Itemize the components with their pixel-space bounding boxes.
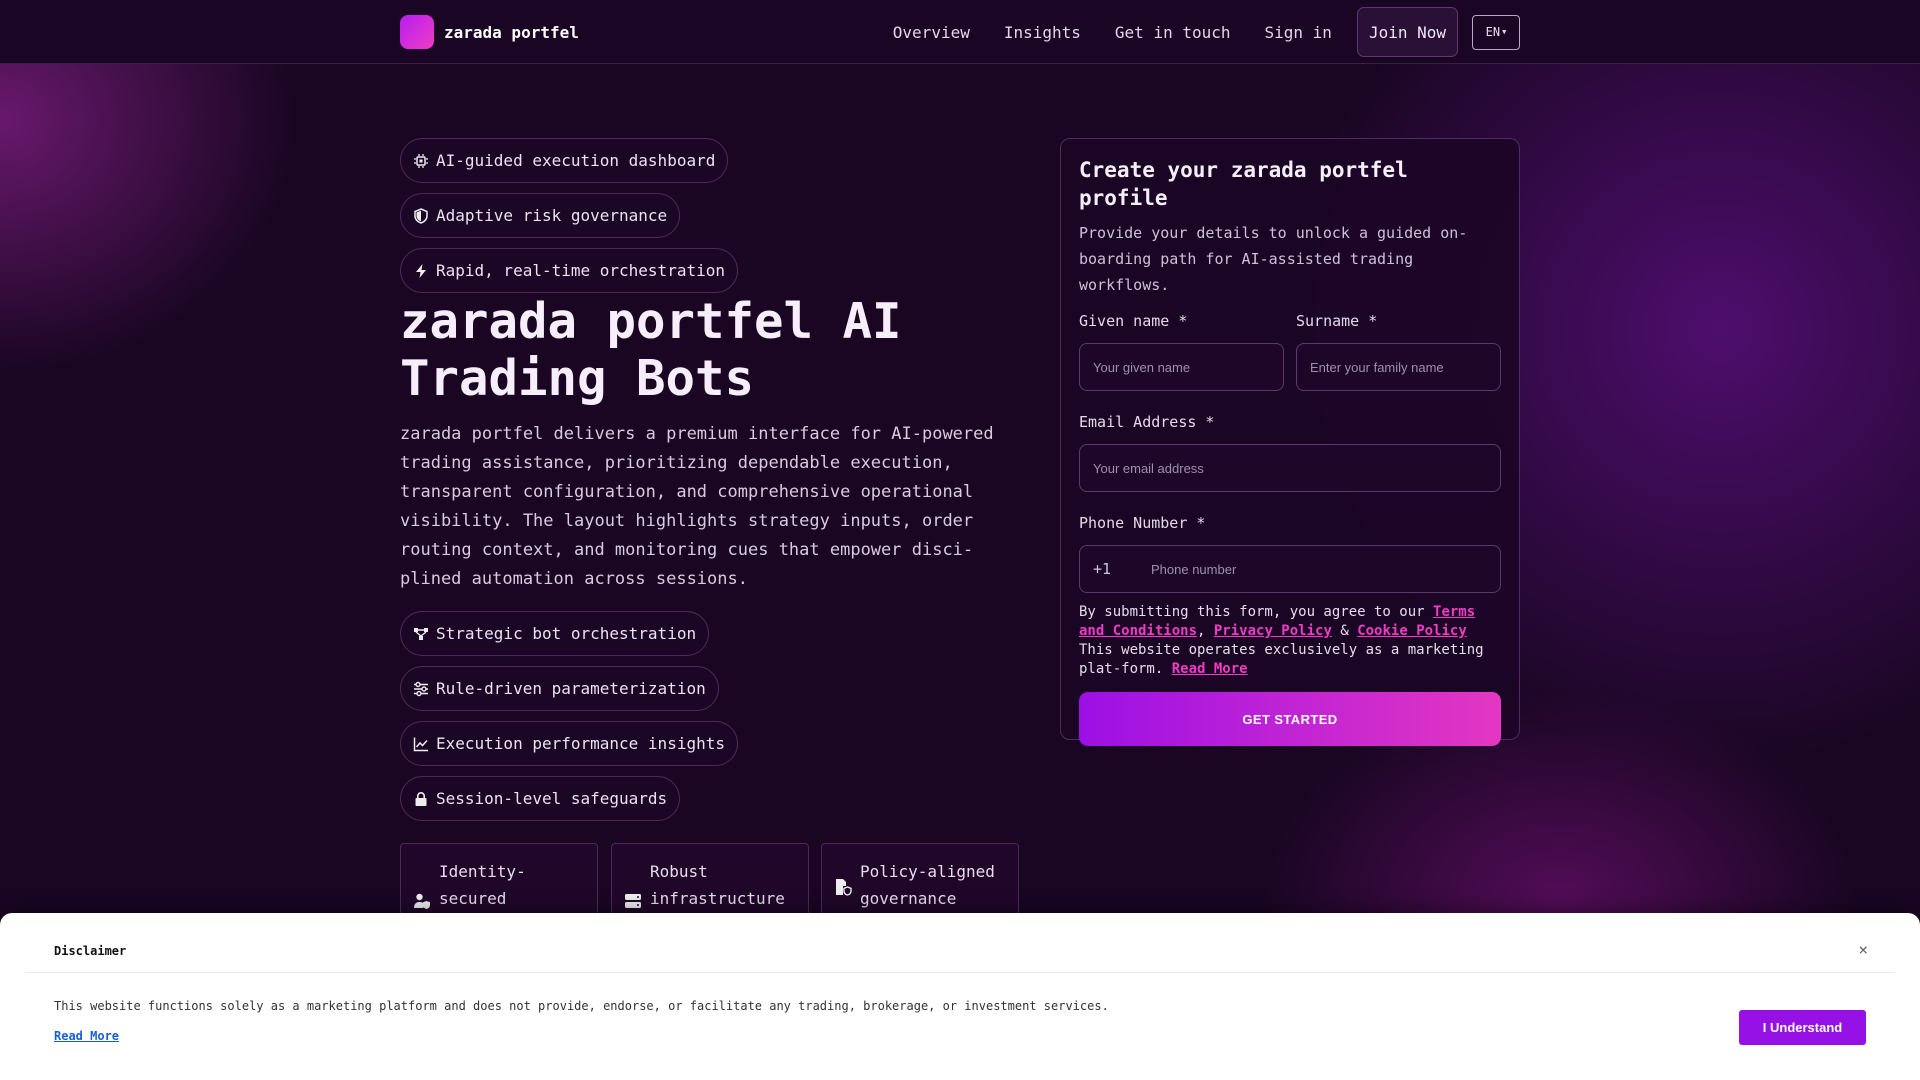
language-selector[interactable]: EN ▼ — [1472, 14, 1520, 50]
card-label: Policy-aligned governance — [860, 862, 995, 908]
nav-link-sign-in[interactable]: Sign in — [1265, 23, 1332, 42]
phone-country-code[interactable]: +1 — [1093, 560, 1151, 578]
surname-group: Surname * Enter your family name — [1296, 312, 1501, 391]
nav-link-get-in-touch[interactable]: Get in touch — [1115, 23, 1231, 42]
top-navigation-bar: zarada portfel Overview Insights Get in … — [0, 0, 1920, 64]
email-placeholder: Your email address — [1093, 460, 1204, 476]
feature-label: Strategic bot orchestration — [436, 624, 697, 643]
email-input[interactable]: Your email address — [1079, 444, 1501, 492]
phone-group: Phone Number * +1 Phone number — [1079, 514, 1501, 593]
feature-label: Execution performance insights — [436, 734, 725, 753]
nav-link-overview[interactable]: Overview — [893, 23, 970, 42]
main-nav: Overview Insights Get in touch Sign in J… — [859, 7, 1520, 57]
signup-form: Create your zarada portfel profile Provi… — [1060, 138, 1520, 746]
brand-logo-icon — [400, 15, 434, 49]
email-label: Email Address * — [1079, 413, 1215, 431]
card-label: Identity-secured — [439, 862, 526, 908]
feature-session-safeguards: Session-level safeguards — [400, 776, 681, 821]
disclaimer-banner: Disclaimer × This website functions sole… — [0, 913, 1920, 1080]
feature-performance-insights: Execution performance insights — [400, 721, 738, 766]
card-label: Robust infrastructure — [650, 862, 785, 908]
feature-parameterization: Rule-driven parameterization — [400, 666, 719, 711]
hero-description: zarada portfel delivers a premium interf… — [400, 424, 994, 589]
get-started-button[interactable]: GET STARTED — [1079, 692, 1501, 746]
disclaimer-text: This website functions solely as a marke… — [54, 999, 1109, 1013]
consent-text: By submitting this form, you agree to ou… — [1079, 603, 1501, 679]
server-icon — [625, 894, 641, 908]
consent-suffix: This website operates exclusively as a m… — [1079, 642, 1484, 677]
consent-separator: , — [1197, 623, 1214, 639]
feature-label: Rule-driven parameterization — [436, 679, 706, 698]
close-icon[interactable]: × — [1858, 940, 1868, 959]
surname-input[interactable]: Enter your family name — [1296, 343, 1501, 391]
badge-risk-governance: Adaptive risk governance — [400, 193, 681, 238]
consent-prefix: By submitting this form, you agree to ou… — [1079, 604, 1434, 620]
document-shield-icon — [836, 879, 852, 896]
brand-name: zarada portfel — [444, 22, 579, 42]
feature-label: Session-level safeguards — [436, 789, 668, 808]
bolt-icon — [416, 263, 426, 278]
caret-down-icon: ▼ — [1502, 28, 1507, 36]
phone-placeholder: Phone number — [1151, 561, 1237, 577]
language-code: EN — [1485, 25, 1501, 39]
chip-icon — [414, 153, 428, 168]
badge-orchestration: Rapid, real-time orchestration — [400, 248, 738, 293]
privacy-policy-link[interactable]: Privacy Policy — [1214, 623, 1332, 639]
badge-ai-dashboard: AI-guided execution dashboard — [400, 138, 729, 183]
hero-title: zarada portfel AI Trading Bots — [400, 293, 902, 407]
email-group: Email Address * Your email address — [1079, 413, 1501, 492]
phone-input[interactable]: +1 Phone number — [1079, 545, 1501, 593]
feature-bot-orchestration: Strategic bot orchestration — [400, 611, 710, 656]
form-title: Create your zarada portfel profile — [1079, 158, 1408, 210]
cookie-policy-link[interactable]: Cookie Policy — [1357, 623, 1467, 639]
surname-label: Surname * — [1296, 312, 1378, 330]
given-name-group: Given name * Your given name — [1079, 312, 1284, 391]
form-subtitle: Provide your details to unlock a guided … — [1079, 224, 1468, 294]
surname-placeholder: Enter your family name — [1310, 359, 1444, 375]
given-name-placeholder: Your given name — [1093, 359, 1191, 375]
phone-label: Phone Number * — [1079, 514, 1206, 532]
consent-read-more-link[interactable]: Read More — [1172, 661, 1248, 677]
disclaimer-read-more-link[interactable]: Read More — [54, 1029, 119, 1043]
brand[interactable]: zarada portfel — [400, 15, 579, 49]
badge-label: Rapid, real-time orchestration — [436, 261, 725, 280]
lock-icon — [415, 791, 427, 806]
given-name-input[interactable]: Your given name — [1079, 343, 1284, 391]
chart-line-icon — [413, 737, 428, 751]
disclaimer-title: Disclaimer — [54, 944, 127, 958]
disclaimer-divider — [25, 972, 1895, 973]
given-name-label: Given name * — [1079, 312, 1188, 330]
user-shield-icon — [414, 893, 430, 909]
shield-icon — [414, 207, 428, 224]
badge-label: AI-guided execution dashboard — [436, 151, 716, 170]
consent-separator: & — [1331, 623, 1358, 639]
nodes-icon — [414, 627, 428, 640]
join-now-button[interactable]: Join Now — [1356, 7, 1458, 57]
sliders-icon — [414, 681, 428, 696]
nav-link-insights[interactable]: Insights — [1004, 23, 1081, 42]
i-understand-button[interactable]: I Understand — [1739, 1010, 1866, 1045]
badge-label: Adaptive risk governance — [436, 206, 668, 225]
